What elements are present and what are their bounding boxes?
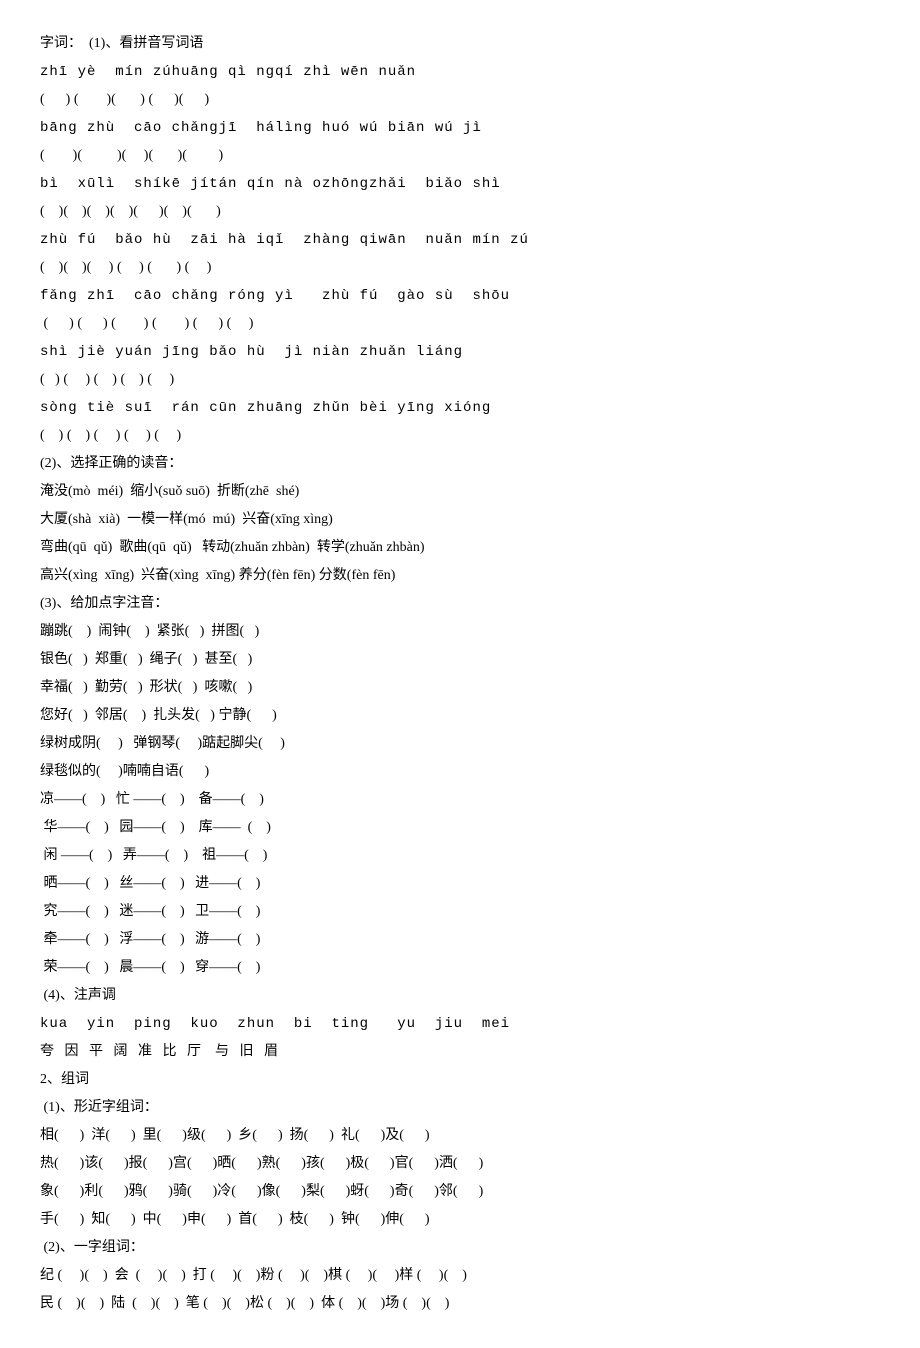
blank-row: ( )( )( )( )( ) — [40, 142, 880, 170]
pinyin-row: shì jiè yuán jīng bǎo hù jì niàn zhuǎn l… — [40, 338, 880, 366]
fill-row: 华——( ) 园——( ) 库—— ( ) — [40, 814, 880, 842]
blank-row: ( )( )( ) ( ) ( ) ( ) — [40, 254, 880, 282]
section5-sub1-heading: (1)、形近字组词： — [40, 1094, 880, 1122]
section5-sub2-heading: (2)、一字组词： — [40, 1234, 880, 1262]
compose-row: 手( ) 知( ) 中( )申( ) 首( ) 枝( ) 钟( )伸( ) — [40, 1206, 880, 1234]
section5-heading: 2、组词 — [40, 1066, 880, 1094]
tone-char-row: 夸 因 平 阔 准 比 厅 与 旧 眉 — [40, 1038, 880, 1066]
fill-row: 蹦跳( ) 闹钟( ) 紧张( ) 拼图( ) — [40, 618, 880, 646]
fill-row: 凉——( ) 忙 ——( ) 备——( ) — [40, 786, 880, 814]
fill-row: 牵——( ) 浮——( ) 游——( ) — [40, 926, 880, 954]
fill-row: 银色( ) 郑重( ) 绳子( ) 甚至( ) — [40, 646, 880, 674]
section2-heading: (2)、选择正确的读音： — [40, 450, 880, 478]
choice-row: 大厦(shà xià) 一模一样(mó mú) 兴奋(xīng xìng) — [40, 506, 880, 534]
pinyin-row: zhù fú bǎo hù zāi hà iqǐ zhàng qiwān nuǎ… — [40, 226, 880, 254]
fill-row: 幸福( ) 勤劳( ) 形状( ) 咳嗽( ) — [40, 674, 880, 702]
fill-row: 究——( ) 迷——( ) 卫——( ) — [40, 898, 880, 926]
compose-row: 纪 ( )( ) 会 ( )( ) 打 ( )( )粉 ( )( )棋 ( )(… — [40, 1262, 880, 1290]
pinyin-row: fǎng zhī cāo chǎng róng yì zhù fú gào sù… — [40, 282, 880, 310]
pinyin-row: bì xūlì shíkē jítán qín nà ozhōngzhǎi bi… — [40, 170, 880, 198]
blank-row: ( ) ( ) ( ) ( ) ( ) — [40, 422, 880, 450]
section2-list: 淹没(mò méi) 缩小(suǒ suō) 折断(zhē shé) 大厦(sh… — [40, 478, 880, 590]
choice-row: 弯曲(qū qǔ) 歌曲(qū qǔ) 转动(zhuǎn zhbàn) 转学(z… — [40, 534, 880, 562]
section5-sub2-list: 纪 ( )( ) 会 ( )( ) 打 ( )( )粉 ( )( )棋 ( )(… — [40, 1262, 880, 1318]
compose-row: 民 ( )( ) 陆 ( )( ) 笔 ( )( )松 ( )( ) 体 ( )… — [40, 1290, 880, 1318]
pinyin-row: bāng zhù cāo chǎngjī hálìng huó wú biān … — [40, 114, 880, 142]
fill-row: 绿树成阴( ) 弹钢琴( )踮起脚尖( ) — [40, 730, 880, 758]
tone-pinyin-row: kua yin ping kuo zhun bi ting yu jiu mei — [40, 1010, 880, 1038]
fill-row: 您好( ) 邻居( ) 扎头发( ) 宁静( ) — [40, 702, 880, 730]
compose-row: 热( )该( )报( )宫( )晒( )熟( )孩( )极( )官( )洒( ) — [40, 1150, 880, 1178]
section-pinyin-words: zhī yè mín zúhuāng qì ngqí zhì wēn nuǎn … — [40, 58, 880, 450]
blank-row: ( )( )( )( )( )( )( ) — [40, 198, 880, 226]
compose-row: 象( )利( )鸦( )骑( )冷( )像( )梨( )蚜( )奇( )邻( ) — [40, 1178, 880, 1206]
fill-row: 荣——( ) 晨——( ) 穿——( ) — [40, 954, 880, 982]
blank-row: ( ) ( ) ( ) ( ) ( ) — [40, 366, 880, 394]
pinyin-row: zhī yè mín zúhuāng qì ngqí zhì wēn nuǎn — [40, 58, 880, 86]
section4-heading: (4)、注声调 — [40, 982, 880, 1010]
choice-row: 高兴(xìng xīng) 兴奋(xìng xīng) 养分(fèn fēn) … — [40, 562, 880, 590]
section3-heading: (3)、给加点字注音： — [40, 590, 880, 618]
choice-row: 淹没(mò méi) 缩小(suǒ suō) 折断(zhē shé) — [40, 478, 880, 506]
section5-sub1-list: 相( ) 洋( ) 里( )级( ) 乡( ) 扬( ) 礼( )及( ) 热(… — [40, 1122, 880, 1234]
blank-row: ( ) ( )( ) ( )( ) — [40, 86, 880, 114]
pinyin-row: sòng tiè suī rán cūn zhuāng zhǔn bèi yīn… — [40, 394, 880, 422]
fill-row: 闲 ——( ) 弄——( ) 祖——( ) — [40, 842, 880, 870]
blank-row: ( ) ( ) ( ) ( ) ( ) ( ) — [40, 310, 880, 338]
section-title: 字词： (1)、看拼音写词语 — [40, 30, 880, 58]
fill-row: 绿毯似的( )喃喃自语( ) — [40, 758, 880, 786]
compose-row: 相( ) 洋( ) 里( )级( ) 乡( ) 扬( ) 礼( )及( ) — [40, 1122, 880, 1150]
section3-list: 蹦跳( ) 闹钟( ) 紧张( ) 拼图( ) 银色( ) 郑重( ) 绳子( … — [40, 618, 880, 982]
fill-row: 晒——( ) 丝——( ) 进——( ) — [40, 870, 880, 898]
